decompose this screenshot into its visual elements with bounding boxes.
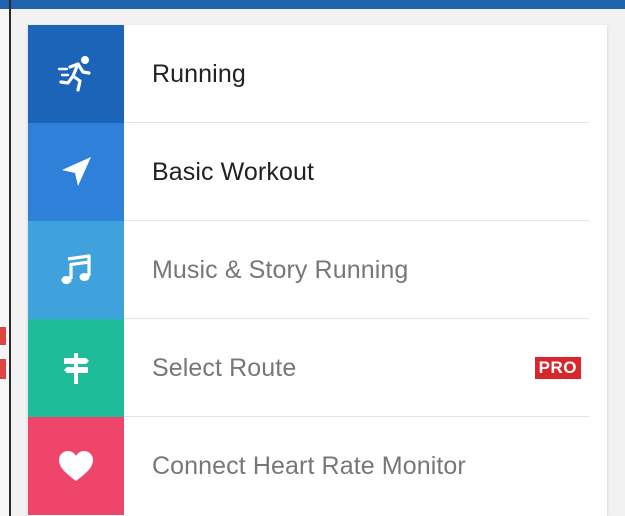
menu-item-select-route[interactable]: Select Route PRO (28, 319, 607, 417)
signpost-icon (58, 350, 94, 386)
heart-icon (57, 449, 95, 483)
background-mark (0, 327, 6, 345)
menu-item-label: Running (152, 59, 246, 88)
route-tile (28, 319, 124, 417)
menu-item-label: Connect Heart Rate Monitor (152, 451, 466, 480)
running-tile (28, 25, 124, 123)
pro-badge: PRO (534, 357, 581, 379)
menu-item-connect-heart-rate-monitor[interactable]: Connect Heart Rate Monitor (28, 417, 607, 515)
music-tile (28, 221, 124, 319)
menu-item-label: Basic Workout (152, 157, 315, 186)
menu-item-label: Select Route (152, 353, 297, 382)
menu-item-label: Music & Story Running (152, 255, 409, 284)
navigation-arrow-icon (58, 154, 94, 190)
top-bar (0, 0, 625, 9)
menu-item-running[interactable]: Running (28, 25, 607, 123)
background-screen-peek (0, 9, 9, 516)
workout-type-menu: Running Basic Workout Music & Story Runn… (28, 25, 607, 516)
menu-item-basic-workout[interactable]: Basic Workout (28, 123, 607, 221)
heart-tile (28, 417, 124, 515)
left-border (9, 0, 11, 516)
menu-item-music-story-running[interactable]: Music & Story Running (28, 221, 607, 319)
music-note-icon (58, 252, 94, 288)
basic-workout-tile (28, 123, 124, 221)
background-mark (0, 359, 6, 379)
runner-icon (56, 54, 96, 94)
